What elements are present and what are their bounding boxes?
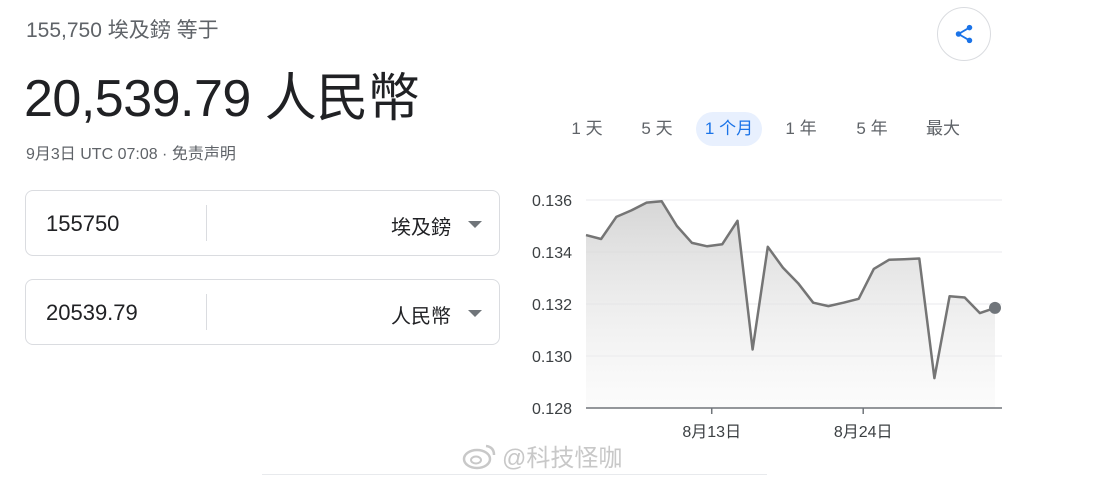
x-tick-label: 8月13日 [682, 424, 741, 441]
y-tick-label: 0.128 [532, 401, 572, 418]
watermark-text: @科技怪咖 [502, 445, 623, 472]
watermark: @科技怪咖 [462, 438, 622, 473]
y-tick-label: 0.134 [532, 245, 572, 262]
y-tick-label: 0.132 [532, 297, 572, 314]
divider [262, 474, 767, 475]
current-point [989, 301, 1001, 314]
x-tick-label: 8月24日 [834, 424, 893, 441]
weibo-icon [462, 444, 496, 469]
y-tick-label: 0.130 [532, 349, 572, 366]
exchange-rate-chart[interactable]: 0.136 0.134 0.132 0.130 0.128 8月13日 8月24日 [0, 0, 1114, 477]
y-tick-label: 0.136 [532, 193, 572, 210]
